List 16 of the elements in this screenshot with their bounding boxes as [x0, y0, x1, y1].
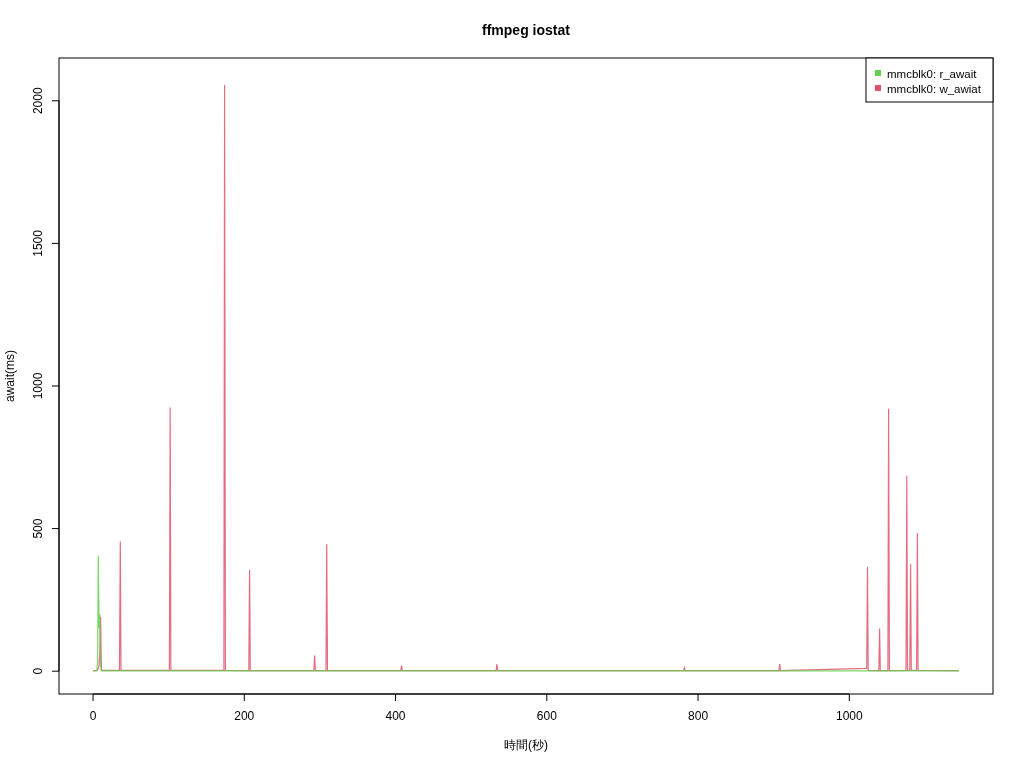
tick-label: 1000 — [835, 709, 863, 723]
chart-title: ffmpeg iostat — [482, 22, 570, 38]
tick-label: 500 — [31, 518, 45, 539]
tick-label: 400 — [385, 709, 406, 723]
axis-title: await(ms) — [3, 350, 17, 402]
tick-label: 600 — [536, 709, 557, 723]
legend-label: mmcblk0: w_awiat — [887, 82, 981, 95]
tick-label: 800 — [688, 709, 709, 723]
tick-label: 0 — [31, 667, 45, 675]
tick-label: 1500 — [31, 230, 45, 257]
axis-title: 時間(秒) — [504, 738, 548, 752]
legend-label: mmcblk0: r_await — [887, 67, 977, 80]
tick-label: 0 — [89, 709, 97, 723]
tick-label: 1000 — [31, 372, 45, 400]
tick-label: 2000 — [31, 87, 45, 115]
tick-label: 200 — [234, 709, 255, 723]
